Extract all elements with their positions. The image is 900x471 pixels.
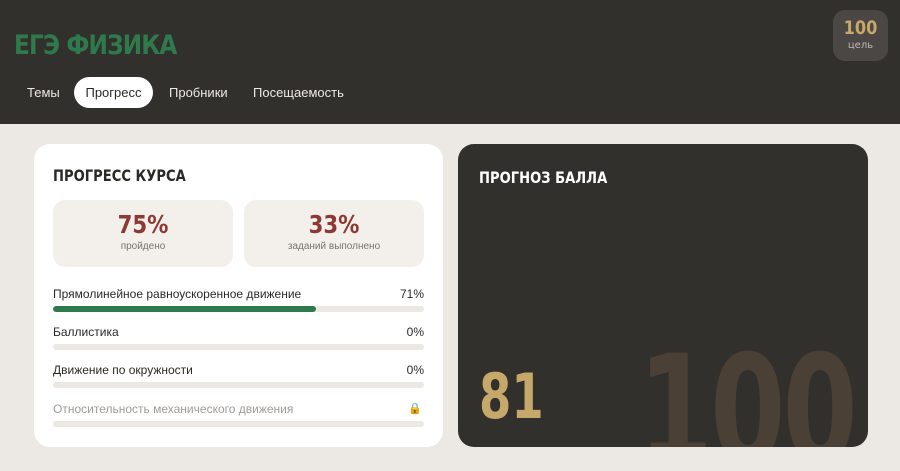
tab-progress[interactable]: Прогресс <box>74 77 153 108</box>
course-progress-card: ПРОГРЕСС КУРСА 75% пройдено 33% заданий … <box>34 144 443 447</box>
goal-label: цель <box>847 40 874 51</box>
topic-progress-bar <box>53 382 424 388</box>
stat-tasks-done-label: заданий выполнено <box>287 241 381 252</box>
tab-topics-label: Темы <box>27 85 60 100</box>
topic-row-locked: Относительность механического движения 🔒 <box>53 402 424 432</box>
tab-mock-exams-label: Пробники <box>169 85 228 100</box>
forecast-score: 81 <box>479 360 544 433</box>
stat-completed-value: 75% <box>117 210 169 239</box>
course-progress-title: ПРОГРЕСС КУРСА <box>53 166 186 185</box>
stat-completed: 75% пройдено <box>53 200 233 267</box>
tab-mock-exams[interactable]: Пробники <box>169 77 239 108</box>
tab-topics[interactable]: Темы <box>14 77 70 108</box>
lock-icon: 🔒 <box>408 402 422 415</box>
topic-row[interactable]: Баллистика 0% <box>53 325 424 355</box>
score-forecast-card: ПРОГНОЗ БАЛЛА 100 81 <box>458 144 868 447</box>
stat-tasks-done-value: 33% <box>308 210 360 239</box>
topic-progress-bar <box>53 421 424 427</box>
header: ЕГЭ ФИЗИКА 100 цель Темы Прогресс Пробни… <box>0 0 900 124</box>
topic-progress-fill <box>53 306 317 312</box>
tab-attendance[interactable]: Посещаемость <box>253 77 353 108</box>
max-score-background: 100 <box>638 324 858 447</box>
stat-tasks-done: 33% заданий выполнено <box>244 200 424 267</box>
topic-percent: 0% <box>406 325 424 339</box>
goal-value: 100 <box>843 17 878 39</box>
topic-name: Движение по окружности <box>53 363 193 377</box>
topic-progress-bar <box>53 306 424 312</box>
topic-name: Прямолинейное равноускоренное движение <box>53 287 302 301</box>
score-forecast-title: ПРОГНОЗ БАЛЛА <box>479 168 608 187</box>
tab-attendance-label: Посещаемость <box>253 85 344 100</box>
topic-row[interactable]: Движение по окружности 0% <box>53 363 424 393</box>
stat-completed-label: пройдено <box>120 241 166 252</box>
goal-badge: 100 цель <box>833 10 888 61</box>
topic-percent: 71% <box>399 287 424 301</box>
brand-title: ЕГЭ ФИЗИКА <box>14 30 177 61</box>
topic-progress-bar <box>53 344 424 350</box>
topic-name: Баллистика <box>53 325 119 339</box>
topic-name: Относительность механического движения <box>53 402 294 416</box>
topic-percent: 0% <box>406 363 424 377</box>
tab-progress-label: Прогресс <box>85 85 142 100</box>
topic-row[interactable]: Прямолинейное равноускоренное движение 7… <box>53 287 424 317</box>
